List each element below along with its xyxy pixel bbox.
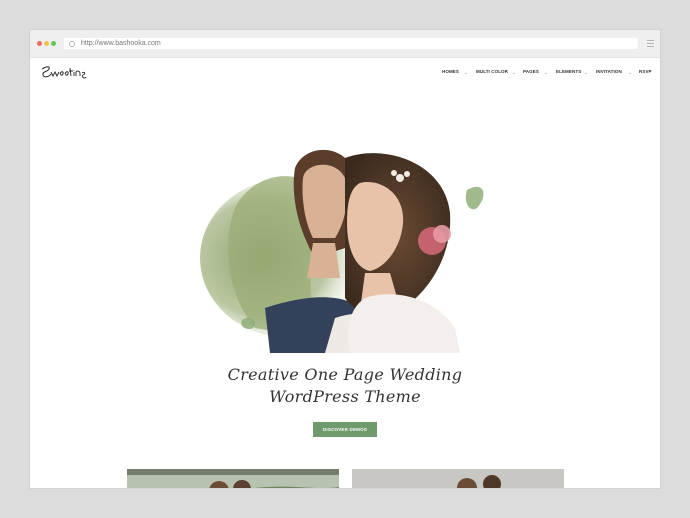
maximize-dot[interactable] <box>51 41 56 46</box>
hero-headline-line2: WordPress Theme <box>269 387 421 406</box>
nav-item-rsvp[interactable]: RSVP <box>639 69 652 74</box>
hero-headline-line1: Creative One Page Wedding <box>227 365 463 384</box>
site-logo[interactable] <box>39 62 89 82</box>
demo-preview-thumbnail[interactable] <box>127 469 339 488</box>
chevron-down-icon: ⌄ <box>464 70 468 75</box>
nav-item-homes[interactable]: HOMES <box>442 69 459 74</box>
nav-item-elements[interactable]: ELEMENTS <box>556 69 581 74</box>
nav-item-multi-color[interactable]: MULTI COLOR <box>476 69 508 74</box>
minimize-dot[interactable] <box>44 41 49 46</box>
chevron-down-icon: ⌄ <box>512 70 516 75</box>
hamburger-icon[interactable] <box>647 40 654 47</box>
browser-window: http://www.bashooka.com HOMES ⌄ MULTI CO… <box>30 30 660 488</box>
globe-icon <box>69 41 75 47</box>
demo-preview-thumbnail[interactable] <box>352 469 564 488</box>
address-bar-url: http://www.bashooka.com <box>81 40 161 47</box>
chevron-down-icon: ⌄ <box>628 70 632 75</box>
hero-couple-image <box>195 138 495 353</box>
browser-toolbar: http://www.bashooka.com <box>30 30 660 58</box>
nav-item-invitation[interactable]: INVITATION <box>596 69 622 74</box>
logo-script-graphic <box>41 66 87 79</box>
hero-headline: Creative One Page Wedding WordPress Them… <box>170 364 520 408</box>
chevron-down-icon: ⌄ <box>584 70 588 75</box>
close-dot[interactable] <box>37 41 42 46</box>
address-bar[interactable]: http://www.bashooka.com <box>64 38 638 49</box>
website-page: HOMES ⌄ MULTI COLOR ⌄ PAGES ⌄ ELEMENTS ⌄… <box>30 58 660 488</box>
chevron-down-icon: ⌄ <box>544 70 548 75</box>
nav-item-pages[interactable]: PAGES <box>523 69 539 74</box>
discover-demos-button[interactable]: DISCOVER DEMOS <box>313 422 377 437</box>
